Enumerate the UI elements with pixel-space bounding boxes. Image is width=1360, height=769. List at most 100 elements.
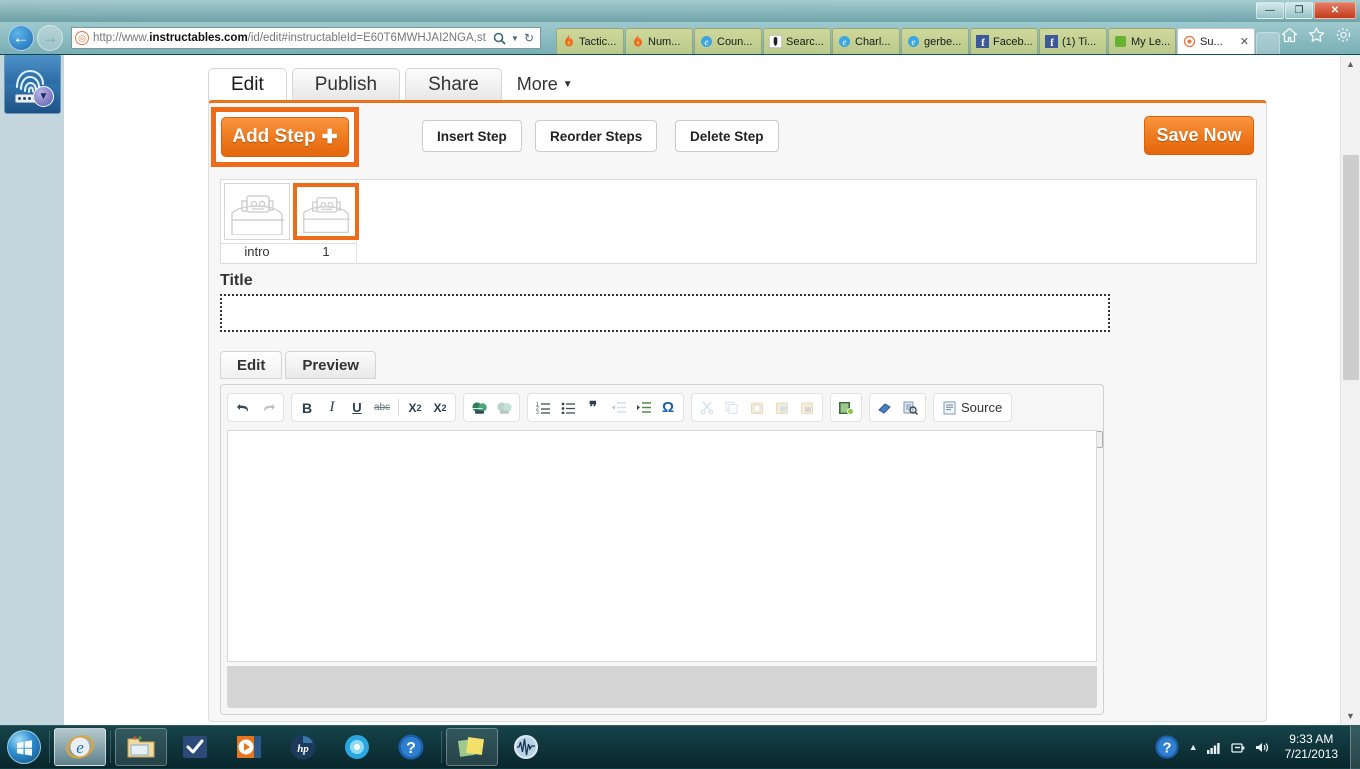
browser-tab[interactable]: Num... [625,28,693,54]
title-input[interactable] [220,294,1110,332]
browser-tab[interactable]: e Coun... [694,28,762,54]
browser-tab[interactable]: Tactic... [556,28,624,54]
scrollbar-thumb[interactable] [1343,155,1359,380]
browser-tab[interactable]: e Charl... [832,28,900,54]
add-step-button[interactable]: Add Step ✚ [221,117,349,157]
tab-publish[interactable]: Publish [292,68,400,101]
volume-speaker-icon[interactable] [1255,741,1270,754]
tab-editor-edit[interactable]: Edit [220,351,282,379]
show-desktop-button[interactable] [1350,726,1360,769]
source-button[interactable]: Source [937,395,1008,420]
redo-icon[interactable] [256,395,280,420]
close-tab-icon[interactable]: ✕ [1240,35,1249,48]
svg-text:?: ? [406,740,416,757]
address-bar[interactable]: ◎ http://www.instructables.com/id/edit#i… [71,27,541,49]
settings-gear-icon[interactable] [1335,27,1352,43]
reorder-steps-button[interactable]: Reorder Steps [535,120,657,152]
insert-step-button[interactable]: Insert Step [422,120,522,152]
minimize-button[interactable]: — [1256,2,1284,19]
save-now-button[interactable]: Save Now [1144,116,1254,155]
page-scrollbar[interactable]: ▲ ▼ [1340,55,1360,725]
restore-button[interactable]: ❐ [1285,2,1313,19]
new-tab-button[interactable] [1256,32,1280,54]
robot-placeholder-icon [293,183,359,240]
insert-image-icon[interactable] [834,395,858,420]
back-button[interactable]: ← [8,25,34,51]
tab-share[interactable]: Share [405,68,502,101]
browser-tab-label: Searc... [786,36,824,48]
editor-content-area[interactable] [227,430,1097,662]
editor-footer-bar [227,666,1097,708]
scroll-up-arrow-icon[interactable]: ▲ [1341,55,1360,73]
undo-icon[interactable] [231,395,255,420]
tab-edit[interactable]: Edit [208,68,287,101]
unlink-icon[interactable] [492,395,516,420]
more-menu[interactable]: More ▼ [507,68,579,101]
favorites-star-icon[interactable] [1308,27,1325,43]
taskbar-separator [441,731,442,763]
taskbar-sticky-notes[interactable] [446,728,498,766]
decrease-indent-icon[interactable] [606,395,630,420]
taskbar-windows-explorer[interactable] [115,728,167,766]
increase-indent-icon[interactable] [631,395,655,420]
close-button[interactable]: ✕ [1314,2,1356,19]
battery-icon[interactable] [1231,741,1246,754]
italic-icon[interactable]: I [320,395,344,420]
browser-tab[interactable]: Searc... [763,28,831,54]
underline-icon[interactable]: U [345,395,369,420]
facebook-icon: f [1045,35,1058,48]
step-item-intro[interactable]: intro [224,180,290,262]
taskbar-network-globe[interactable] [331,728,383,766]
cut-icon[interactable] [695,395,719,420]
step-item-1[interactable]: 1 [293,180,359,262]
robot-placeholder-icon [224,183,290,240]
tray-help-icon[interactable]: ? [1154,734,1180,760]
fingerprint-password-icon[interactable]: ▼ [4,55,61,114]
taskbar-help-center[interactable]: ? [385,728,437,766]
network-signal-icon[interactable] [1207,741,1222,754]
step-label: intro [224,240,290,262]
page-left-gutter: ▼ [0,55,64,725]
search-icon[interactable] [493,32,509,45]
chevron-down-icon[interactable]: ▼ [509,34,521,43]
scroll-down-arrow-icon[interactable]: ▼ [1341,707,1360,725]
start-button[interactable] [2,727,46,767]
paste-as-text-icon[interactable] [770,395,794,420]
superscript-icon[interactable]: X2 [428,395,452,420]
blockquote-icon[interactable]: ❞ [581,395,605,420]
taskbar-media-player[interactable] [223,728,275,766]
tab-editor-preview[interactable]: Preview [285,351,376,379]
taskbar-outlook-tasks[interactable] [169,728,221,766]
taskbar-internet-explorer[interactable]: e [54,728,106,766]
copy-icon[interactable] [720,395,744,420]
toolbar-group-paragraph: 123 ❞ Ω [527,393,684,422]
remove-format-icon[interactable] [873,395,897,420]
browser-tab[interactable]: e gerbe... [901,28,969,54]
title-label: Title [220,272,253,290]
find-replace-icon[interactable] [898,395,922,420]
forward-button[interactable]: → [37,25,63,51]
subscript-icon[interactable]: X2 [403,395,427,420]
clock-date: 7/21/2013 [1285,747,1338,762]
bold-icon[interactable]: B [295,395,319,420]
browser-tab[interactable]: f (1) Ti... [1039,28,1107,54]
special-character-icon[interactable]: Ω [656,395,680,420]
show-hidden-icons-arrow[interactable]: ▲ [1189,742,1198,752]
window-titlebar: — ❐ ✕ [0,0,1360,22]
refresh-icon[interactable]: ↻ [521,31,537,45]
numbered-list-icon[interactable]: 123 [531,395,555,420]
home-icon[interactable] [1281,27,1298,43]
paste-from-word-icon[interactable]: W [795,395,819,420]
paste-icon[interactable] [745,395,769,420]
browser-tab[interactable]: f Faceb... [970,28,1038,54]
delete-step-button[interactable]: Delete Step [675,120,779,152]
taskbar-audio-editor[interactable] [500,728,552,766]
taskbar-hp-support[interactable]: hp [277,728,329,766]
browser-tab[interactable]: My Le... [1108,28,1176,54]
strikethrough-icon[interactable]: abc [370,395,394,420]
browser-tab-active[interactable]: Su... ✕ [1177,28,1255,54]
insert-link-icon[interactable] [467,395,491,420]
taskbar-clock[interactable]: 9:33 AM 7/21/2013 [1279,732,1344,762]
ie-icon: e [838,35,851,48]
bulleted-list-icon[interactable] [556,395,580,420]
